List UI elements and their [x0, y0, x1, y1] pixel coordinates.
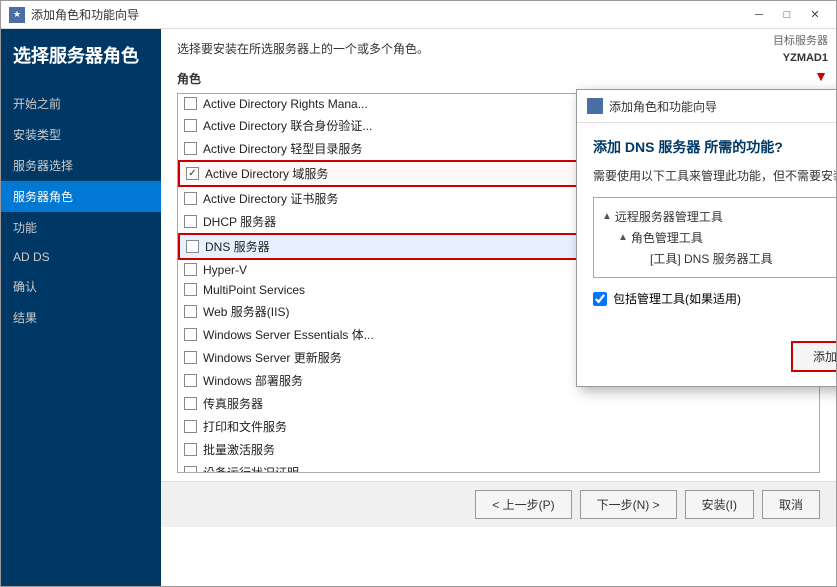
dialog-title-bar: 添加角色和功能向导 ✕	[577, 90, 836, 123]
role-checkbox-dns[interactable]	[186, 240, 199, 253]
prev-button[interactable]: < 上一步(P)	[475, 490, 571, 519]
role-label-hyperv: Hyper-V	[203, 263, 247, 277]
include-mgmt-tools-checkbox[interactable]	[593, 292, 607, 306]
role-label-dhcp: DHCP 服务器	[203, 213, 276, 230]
features-tree: ▲ 远程服务器管理工具 ▲ 角色管理工具 [工具] DNS 服务器工具	[593, 197, 836, 278]
role-item-print[interactable]: 打印和文件服务	[178, 415, 819, 438]
next-button[interactable]: 下一步(N) >	[580, 490, 677, 519]
dialog-icon	[587, 98, 603, 114]
sidebar-item-adds[interactable]: AD DS	[1, 243, 161, 271]
tree-label-rsat: 远程服务器管理工具	[615, 208, 723, 225]
role-checkbox-dhcp[interactable]	[184, 215, 197, 228]
role-label-multipoint: MultiPoint Services	[203, 283, 305, 297]
sidebar-item-features[interactable]: 功能	[1, 212, 161, 243]
sidebar-item-results[interactable]: 结果	[1, 302, 161, 333]
target-server-label: 目标服务器	[773, 33, 828, 50]
close-button[interactable]: ✕	[802, 5, 828, 25]
install-button[interactable]: 安装(I)	[685, 490, 754, 519]
role-item-dha[interactable]: 设备运行状况证明	[178, 461, 819, 473]
role-label-dha: 设备运行状况证明	[203, 464, 299, 473]
content-area: 选择服务器角色 开始之前 安装类型 服务器选择 服务器角色 功能 AD DS 确…	[1, 29, 836, 586]
sidebar-item-server-roles[interactable]: 服务器角色	[1, 181, 161, 212]
tree-expand-rsat: ▲	[602, 211, 612, 222]
window-title: 添加角色和功能向导	[31, 6, 139, 23]
sidebar-item-start[interactable]: 开始之前	[1, 88, 161, 119]
role-label-wds: Windows 部署服务	[203, 372, 303, 389]
role-checkbox-print[interactable]	[184, 420, 197, 433]
page-title: 选择服务器角色	[13, 45, 149, 68]
role-label-iis: Web 服务器(IIS)	[203, 303, 289, 320]
chevron-down-icon: ▼	[773, 66, 828, 87]
role-label-print: 打印和文件服务	[203, 418, 287, 435]
tree-item-role-mgmt: ▲ 角色管理工具	[602, 227, 836, 248]
bottom-bar: < 上一步(P) 下一步(N) > 安装(I) 取消	[161, 481, 836, 527]
role-label-adfs: Active Directory 联合身份验证...	[203, 117, 372, 134]
role-checkbox-adfs[interactable]	[184, 119, 197, 132]
include-mgmt-tools-row: 包括管理工具(如果适用)	[593, 290, 836, 307]
sidebar-nav: 开始之前 安装类型 服务器选择 服务器角色 功能 AD DS 确认 结果	[1, 88, 161, 333]
cancel-button[interactable]: 取消	[762, 490, 820, 519]
roles-label: 角色	[177, 70, 820, 87]
role-label-adcs: Active Directory 证书服务	[203, 190, 338, 207]
role-checkbox-wsus[interactable]	[184, 351, 197, 364]
window-controls: ─ □ ✕	[746, 5, 828, 25]
app-icon: ★	[9, 7, 25, 23]
role-label-adlds: Active Directory 轻型目录服务	[203, 140, 362, 157]
role-checkbox-hyperv[interactable]	[184, 263, 197, 276]
role-label-dns: DNS 服务器	[205, 238, 270, 255]
sidebar-item-server-select[interactable]: 服务器选择	[1, 150, 161, 181]
minimize-button[interactable]: ─	[746, 5, 772, 25]
role-checkbox-essentials[interactable]	[184, 328, 197, 341]
sidebar-header: 选择服务器角色	[1, 29, 161, 80]
sidebar-item-confirm[interactable]: 确认	[1, 271, 161, 302]
target-server-info: 目标服务器 YZMAD1 ▼	[765, 29, 836, 91]
dialog-title: 添加角色和功能向导	[609, 98, 836, 115]
dialog-footer: 添加功能 取消	[577, 333, 836, 386]
sidebar-item-install-type[interactable]: 安装类型	[1, 119, 161, 150]
role-label-adds: Active Directory 域服务	[205, 165, 328, 182]
role-item-fax[interactable]: 传真服务器	[178, 392, 819, 415]
role-checkbox-adcs[interactable]	[184, 192, 197, 205]
role-checkbox-fax[interactable]	[184, 397, 197, 410]
target-server-name: YZMAD1	[773, 50, 828, 67]
role-checkbox-dha[interactable]	[184, 466, 197, 473]
role-label-adrmg: Active Directory Rights Mana...	[203, 97, 368, 111]
add-features-dialog: 添加角色和功能向导 ✕ 添加 DNS 服务器 所需的功能? 需要使用以下工具来管…	[576, 89, 836, 387]
role-checkbox-vamt[interactable]	[184, 443, 197, 456]
tree-expand-role-mgmt: ▲	[618, 232, 628, 243]
maximize-button[interactable]: □	[774, 5, 800, 25]
include-mgmt-tools-label: 包括管理工具(如果适用)	[613, 290, 741, 307]
role-checkbox-multipoint[interactable]	[184, 283, 197, 296]
tree-label-dns-tools: [工具] DNS 服务器工具	[650, 250, 773, 267]
role-label-fax: 传真服务器	[203, 395, 263, 412]
dialog-body: 添加 DNS 服务器 所需的功能? 需要使用以下工具来管理此功能，但不需要安装在…	[577, 123, 836, 333]
instruction-text: 选择要安装在所选服务器上的一个或多个角色。	[177, 41, 557, 58]
tree-item-rsat: ▲ 远程服务器管理工具	[602, 206, 836, 227]
dialog-heading: 添加 DNS 服务器 所需的功能?	[593, 137, 836, 157]
main-panel: 目标服务器 YZMAD1 ▼ 选择要安装在所选服务器上的一个或多个角色。 角色 …	[161, 29, 836, 586]
role-checkbox-adds[interactable]	[186, 167, 199, 180]
role-item-vamt[interactable]: 批量激活服务	[178, 438, 819, 461]
role-checkbox-adrmg[interactable]	[184, 97, 197, 110]
title-bar: ★ 添加角色和功能向导 ─ □ ✕	[1, 1, 836, 29]
tree-label-role-mgmt: 角色管理工具	[631, 229, 703, 246]
add-feature-button[interactable]: 添加功能	[791, 341, 836, 372]
role-label-vamt: 批量激活服务	[203, 441, 275, 458]
role-checkbox-wds[interactable]	[184, 374, 197, 387]
role-checkbox-iis[interactable]	[184, 305, 197, 318]
role-label-essentials: Windows Server Essentials 体...	[203, 326, 374, 343]
sidebar: 选择服务器角色 开始之前 安装类型 服务器选择 服务器角色 功能 AD DS 确…	[1, 29, 161, 586]
role-checkbox-adlds[interactable]	[184, 142, 197, 155]
tree-item-dns-tools: [工具] DNS 服务器工具	[602, 248, 836, 269]
dialog-description: 需要使用以下工具来管理此功能，但不需要安装在同一服务器上。	[593, 167, 836, 185]
role-label-wsus: Windows Server 更新服务	[203, 349, 342, 366]
